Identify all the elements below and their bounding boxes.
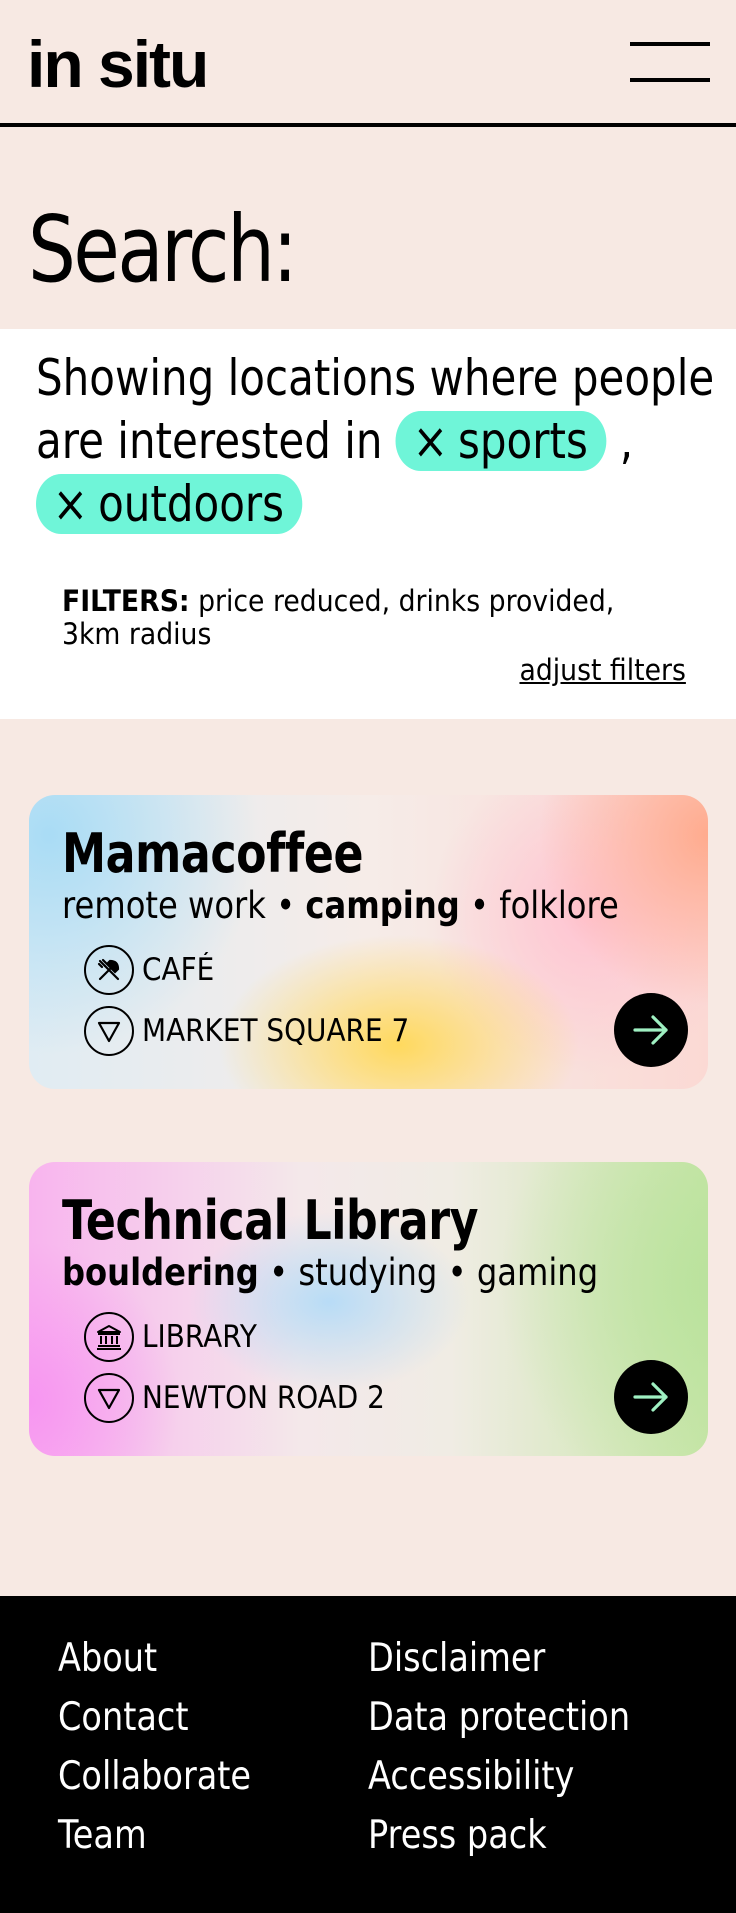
interest-tag-outdoors[interactable]: × outdoors <box>36 474 303 534</box>
interest-label: gaming <box>476 1251 599 1294</box>
location-type-row: LIBRARY <box>84 1312 270 1362</box>
interest-separator: • <box>269 1251 289 1294</box>
location-triangle-icon <box>84 1006 134 1056</box>
filters-label: FILTERS: <box>62 584 190 618</box>
location-type-row: CAFÉ <box>84 945 222 995</box>
footer-link-accessibility[interactable]: Accessibility <box>368 1747 630 1806</box>
utensils-icon <box>84 945 134 995</box>
result-card-technical-library[interactable]: Technical Library bouldering • studying … <box>29 1162 708 1456</box>
location-title: Mamacoffee <box>62 822 364 885</box>
site-header: in situ <box>0 0 736 127</box>
footer-link-about[interactable]: About <box>58 1629 251 1688</box>
query-prefix: Showing locations where people are inter… <box>36 349 715 470</box>
location-interests: bouldering • studying • gaming <box>62 1250 598 1296</box>
menu-line-top <box>630 42 710 46</box>
arrow-right-icon[interactable] <box>614 993 688 1067</box>
hamburger-menu-icon[interactable] <box>630 40 710 84</box>
interest-separator: • <box>447 1251 467 1294</box>
site-footer: About Contact Collaborate Team Disclaime… <box>0 1596 736 1913</box>
page-title: Search: <box>28 196 298 303</box>
footer-link-disclaimer[interactable]: Disclaimer <box>368 1629 630 1688</box>
menu-line-bottom <box>630 78 710 82</box>
interest-label: bouldering <box>62 1251 259 1294</box>
library-building-icon <box>84 1312 134 1362</box>
location-type: CAFÉ <box>142 952 215 988</box>
footer-link-contact[interactable]: Contact <box>58 1688 251 1747</box>
footer-link-team[interactable]: Team <box>58 1806 251 1865</box>
remove-tag-icon[interactable]: × <box>413 412 448 470</box>
location-address-row: MARKET SQUARE 7 <box>84 1006 439 1056</box>
arrow-right-icon[interactable] <box>614 1360 688 1434</box>
interest-separator: • <box>276 884 296 927</box>
interest-label: camping <box>305 884 460 927</box>
interest-separator: • <box>470 884 490 927</box>
result-card-mamacoffee[interactable]: Mamacoffee remote work • camping • folkl… <box>29 795 708 1089</box>
query-sentence: Showing locations where people are inter… <box>36 347 725 536</box>
remove-tag-icon[interactable]: × <box>53 475 88 533</box>
footer-nav-right: Disclaimer Data protection Accessibility… <box>368 1629 673 1865</box>
interest-label: remote work <box>62 884 266 927</box>
location-address-row: NEWTON ROAD 2 <box>84 1373 412 1423</box>
adjust-filters-link[interactable]: adjust filters <box>520 653 686 687</box>
location-triangle-icon <box>84 1373 134 1423</box>
tag-label: outdoors <box>98 475 285 533</box>
interest-label: folklore <box>499 884 619 927</box>
footer-link-collaborate[interactable]: Collaborate <box>58 1747 251 1806</box>
footer-link-press-pack[interactable]: Press pack <box>368 1806 630 1865</box>
location-address: NEWTON ROAD 2 <box>142 1380 385 1416</box>
location-type: LIBRARY <box>142 1319 257 1355</box>
search-query-panel: Showing locations where people are inter… <box>0 329 736 719</box>
location-title: Technical Library <box>62 1189 479 1252</box>
footer-link-data-protection[interactable]: Data protection <box>368 1688 630 1747</box>
interest-label: studying <box>298 1251 438 1294</box>
location-address: MARKET SQUARE 7 <box>142 1013 410 1049</box>
location-interests: remote work • camping • folklore <box>62 883 619 929</box>
interest-tag-sports[interactable]: × sports <box>395 411 607 471</box>
tag-separator: , <box>619 412 634 470</box>
footer-nav-left: About Contact Collaborate Team <box>58 1629 283 1865</box>
filters-summary: FILTERS: price reduced, drinks provided,… <box>62 585 651 651</box>
site-logo[interactable]: in situ <box>27 28 209 100</box>
tag-label: sports <box>457 412 588 470</box>
